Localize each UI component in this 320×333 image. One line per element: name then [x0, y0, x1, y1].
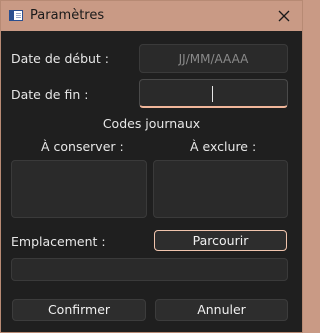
confirm-button[interactable]: Confirmer	[12, 299, 146, 321]
location-label: Emplacement :	[11, 234, 106, 249]
text-cursor	[212, 86, 213, 102]
browse-button[interactable]: Parcourir	[154, 230, 287, 251]
keep-label: À conserver :	[41, 139, 124, 154]
keep-codes-list[interactable]	[11, 160, 147, 218]
exclude-codes-list[interactable]	[153, 160, 288, 218]
journal-codes-heading: Codes journaux	[102, 116, 201, 131]
cancel-button[interactable]: Annuler	[155, 299, 288, 321]
end-date-field[interactable]	[139, 79, 288, 108]
end-date-label: Date de fin :	[11, 87, 89, 102]
start-date-label: Date de début :	[11, 51, 110, 66]
exclude-label: À exclure :	[190, 139, 257, 154]
window-icon	[9, 10, 23, 21]
start-date-placeholder: JJ/MM/AAAA	[178, 52, 249, 66]
browse-button-label: Parcourir	[192, 233, 249, 248]
confirm-button-label: Confirmer	[47, 302, 111, 317]
title-bar[interactable]: Paramètres	[1, 1, 302, 31]
parameters-dialog: Paramètres Date de début : JJ/MM/AAAA Da…	[0, 0, 303, 333]
start-date-field[interactable]: JJ/MM/AAAA	[139, 44, 288, 73]
cancel-button-label: Annuler	[197, 302, 246, 317]
close-icon[interactable]	[275, 7, 293, 25]
location-field[interactable]	[11, 258, 288, 281]
window-title: Paramètres	[30, 8, 105, 23]
